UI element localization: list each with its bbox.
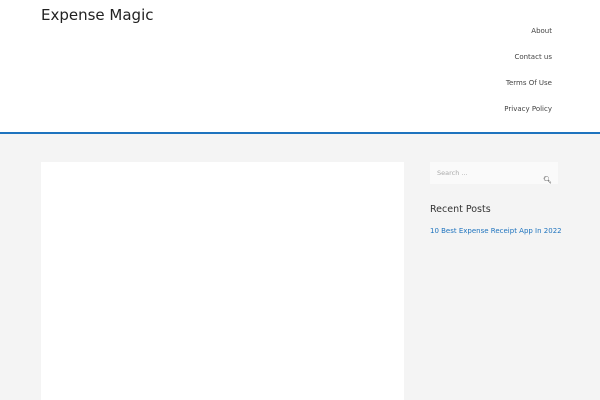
site-header: Expense Magic About Contact us Terms Of …: [0, 0, 600, 134]
recent-post-link[interactable]: 10 Best Expense Receipt App In 2022: [430, 227, 562, 235]
search-icon[interactable]: 🔍︎: [543, 176, 552, 184]
nav-about[interactable]: About: [504, 18, 552, 44]
search-input[interactable]: Search ... 🔍︎: [430, 162, 558, 184]
nav-contact[interactable]: Contact us: [504, 44, 552, 70]
main-nav: About Contact us Terms Of Use Privacy Po…: [504, 0, 552, 122]
main-content: [41, 162, 404, 400]
nav-terms[interactable]: Terms Of Use: [504, 70, 552, 96]
recent-posts-heading: Recent Posts: [430, 204, 491, 215]
nav-privacy[interactable]: Privacy Policy: [504, 96, 552, 122]
site-title[interactable]: Expense Magic: [41, 6, 154, 24]
search-placeholder: Search ...: [437, 169, 468, 177]
